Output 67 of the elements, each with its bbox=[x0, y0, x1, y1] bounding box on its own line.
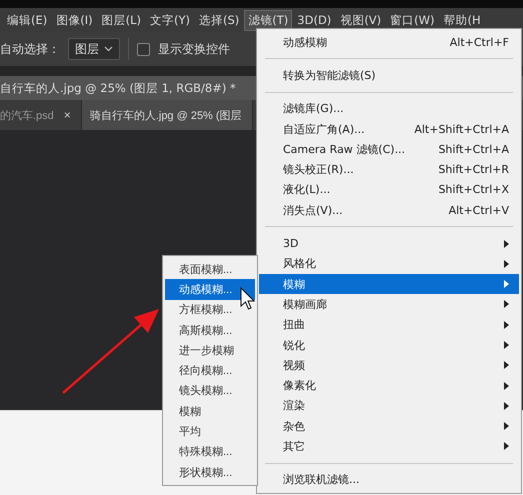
menu-item[interactable]: 扭曲 bbox=[259, 314, 519, 335]
menu-item[interactable]: 径向模糊... bbox=[165, 360, 255, 381]
close-tab-button[interactable]: × bbox=[64, 108, 71, 122]
menu-item[interactable]: 视频 bbox=[259, 355, 519, 376]
menu-item[interactable]: Camera Raw 滤镜(C)... Shift+Ctrl+A bbox=[259, 139, 519, 160]
menu-item[interactable]: 其它 bbox=[259, 436, 519, 457]
document-title: 自行车的人.jpg @ 25% (图层 1, RGB/8#) * bbox=[0, 80, 236, 96]
menu-item[interactable]: 自适应广角(A)... Alt+Shift+Ctrl+A bbox=[259, 118, 519, 140]
submenu-arrow-icon bbox=[504, 320, 509, 329]
submenu-arrow-icon bbox=[504, 280, 509, 288]
shortcut-text: Alt+Ctrl+V bbox=[448, 204, 509, 217]
layer-dropdown[interactable]: 图层 bbox=[68, 38, 120, 60]
menu-item[interactable]: 3D bbox=[259, 233, 519, 254]
shortcut-text: Shift+Ctrl+A bbox=[438, 142, 509, 156]
menu-item[interactable]: 编辑(E) bbox=[4, 10, 50, 30]
menu-item[interactable]: 锐化 bbox=[259, 334, 519, 356]
menu-item[interactable]: 镜头模糊... bbox=[165, 380, 255, 402]
show-transform-label: 显示变换控件 bbox=[158, 40, 230, 58]
menu-item[interactable]: 高斯模糊... bbox=[165, 320, 255, 340]
shortcut-text: Shift+Ctrl+R bbox=[438, 163, 509, 176]
submenu-arrow-icon bbox=[504, 361, 509, 370]
checkbox[interactable] bbox=[137, 42, 150, 56]
menu-item[interactable]: 渲染 bbox=[259, 396, 519, 416]
menu-item[interactable]: 模糊 bbox=[165, 401, 255, 422]
menu-item[interactable]: 镜头校正(R)... Shift+Ctrl+R bbox=[259, 159, 519, 180]
menu-item[interactable]: 窗口(W) bbox=[387, 10, 438, 30]
menu-item[interactable]: 文字(Y) bbox=[147, 10, 194, 30]
menu-item[interactable]: 杂色 bbox=[259, 416, 519, 436]
submenu-arrow-icon bbox=[504, 442, 509, 450]
shortcut-text: Alt+Shift+Ctrl+A bbox=[414, 122, 509, 136]
menu-item[interactable]: 图像(I) bbox=[53, 10, 96, 30]
menu-item[interactable]: 模糊 bbox=[259, 274, 519, 294]
menu-item[interactable]: 动感模糊... bbox=[165, 279, 255, 300]
menu-item[interactable]: 图层(L) bbox=[98, 10, 144, 30]
menu-item[interactable]: 风格化 bbox=[259, 254, 519, 274]
auto-select-label: 自动选择： bbox=[0, 40, 60, 58]
menu-item[interactable]: 转换为智能滤镜(S) bbox=[259, 65, 519, 86]
menu-item[interactable]: 表面模糊... bbox=[165, 259, 255, 280]
shortcut-text: Shift+Ctrl+X bbox=[438, 183, 509, 196]
menu-item[interactable]: 平均 bbox=[165, 421, 255, 442]
menu-item[interactable]: 选择(S) bbox=[196, 10, 242, 30]
menu-item[interactable]: 滤镜库(G)... bbox=[259, 98, 519, 119]
menu-item[interactable]: 滤镜(T) bbox=[245, 10, 292, 30]
menu-item[interactable]: 3D(D) bbox=[294, 11, 334, 29]
submenu-arrow-icon bbox=[504, 422, 509, 430]
shortcut-text: Alt+Ctrl+F bbox=[450, 36, 509, 49]
menu-item[interactable]: 模糊画廊 bbox=[259, 294, 519, 315]
submenu-arrow-icon bbox=[504, 300, 509, 308]
document-tab[interactable]: 骑自行车的人.jpg @ 25% (图层 bbox=[82, 100, 253, 130]
menu-item[interactable]: 动感模糊 Alt+Ctrl+F bbox=[259, 32, 519, 52]
menu-item[interactable]: 液化(L)... Shift+Ctrl+X bbox=[259, 180, 519, 200]
menu-item[interactable]: 特殊模糊... bbox=[165, 442, 255, 462]
menu-item[interactable]: 帮助(H bbox=[440, 10, 484, 30]
submenu-arrow-icon bbox=[504, 382, 509, 390]
chevron-down-icon bbox=[104, 46, 113, 52]
menu-item[interactable]: 浏览联机滤镜... bbox=[259, 470, 519, 490]
submenu-arrow-icon bbox=[504, 240, 509, 248]
submenu-arrow-icon bbox=[504, 341, 509, 349]
submenu-arrow-icon bbox=[504, 260, 509, 268]
menu-item[interactable]: 视图(V) bbox=[337, 10, 384, 30]
menu-item[interactable]: 像素化 bbox=[259, 375, 519, 396]
menu-item[interactable]: 方框模糊... bbox=[165, 300, 255, 320]
mouse-cursor-icon bbox=[240, 287, 256, 311]
menu-item[interactable]: 消失点(V)... Alt+Ctrl+V bbox=[259, 200, 519, 220]
submenu-arrow-icon bbox=[504, 402, 509, 410]
menu-item[interactable]: 进一步模糊 bbox=[165, 340, 255, 360]
menu-item[interactable]: 形状模糊... bbox=[165, 462, 255, 482]
